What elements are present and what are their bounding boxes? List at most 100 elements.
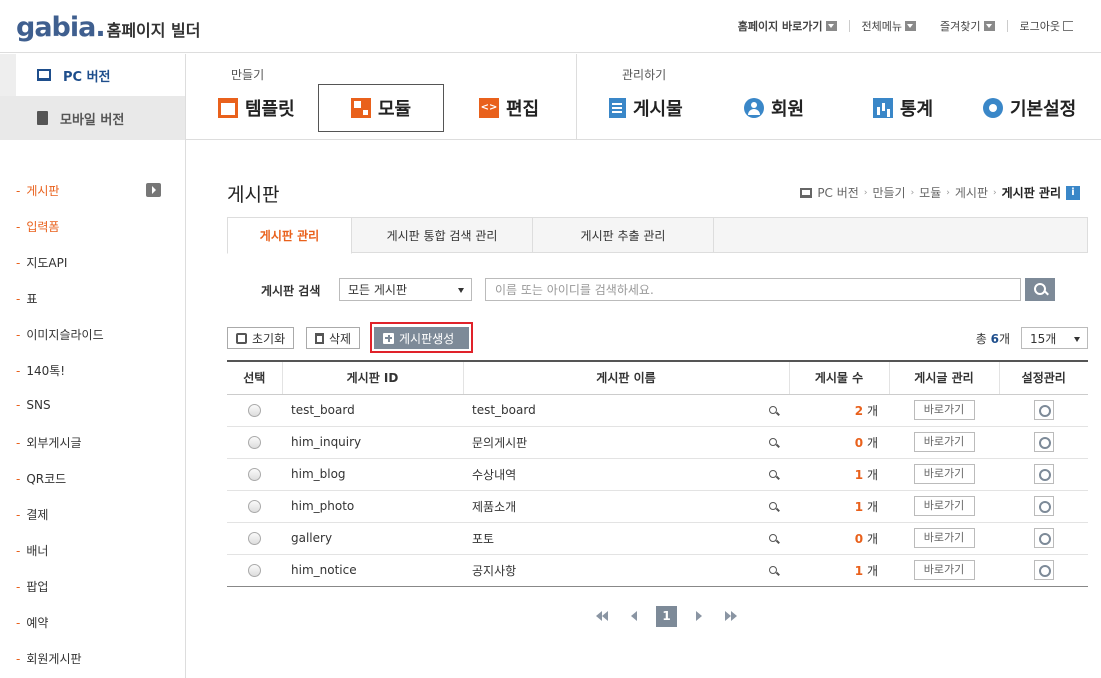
bullet-dash: - bbox=[16, 435, 21, 450]
sidebar-item-map-api[interactable]: - 지도API bbox=[16, 254, 67, 271]
sidebar-item-banner[interactable]: - 배너 bbox=[16, 542, 48, 559]
goto-button[interactable]: 바로가기 bbox=[913, 432, 975, 452]
gabia-logo[interactable]: gabia. 홈페이지 빌더 bbox=[16, 12, 201, 43]
row-select-radio[interactable] bbox=[248, 404, 261, 417]
tab-board-extract[interactable]: 게시판 추출 관리 bbox=[533, 218, 714, 253]
settings-gear-icon[interactable] bbox=[1033, 528, 1054, 548]
board-tabs: 게시판 관리 게시판 통합 검색 관리 게시판 추출 관리 bbox=[227, 217, 1088, 254]
settings-gear-icon[interactable] bbox=[1033, 400, 1054, 420]
user-icon bbox=[744, 98, 764, 118]
breadcrumb-item[interactable]: PC 버전 bbox=[817, 184, 859, 201]
row-select-radio[interactable] bbox=[248, 436, 261, 449]
menu-module[interactable]: 모듈 bbox=[318, 84, 444, 132]
goto-button[interactable]: 바로가기 bbox=[913, 400, 975, 420]
breadcrumb-item[interactable]: 만들기 bbox=[872, 184, 905, 201]
sidebar-item-label: 지도API bbox=[26, 256, 68, 270]
menu-posts[interactable]: 게시물 bbox=[609, 84, 699, 132]
search-icon[interactable] bbox=[769, 501, 777, 510]
search-icon[interactable] bbox=[769, 565, 777, 574]
row-select-radio[interactable] bbox=[248, 564, 261, 577]
search-input[interactable]: 이름 또는 아이디를 검색하세요. bbox=[485, 278, 1021, 301]
board-name: test_board bbox=[472, 403, 536, 417]
search-placeholder: 이름 또는 아이디를 검색하세요. bbox=[495, 283, 654, 297]
expand-arrow-icon[interactable] bbox=[146, 183, 161, 197]
bar-chart-icon bbox=[873, 98, 893, 118]
menu-stats[interactable]: 통계 bbox=[873, 84, 953, 132]
settings-gear-icon[interactable] bbox=[1033, 464, 1054, 484]
sidebar-item-table[interactable]: -표 bbox=[16, 290, 37, 307]
delete-button[interactable]: 삭제 bbox=[306, 327, 361, 349]
settings-gear-icon[interactable] bbox=[1033, 496, 1054, 516]
settings-gear-icon[interactable] bbox=[1033, 560, 1054, 580]
goto-button[interactable]: 바로가기 bbox=[913, 464, 975, 484]
sidebar-item-image-slide[interactable]: - 이미지슬라이드 bbox=[16, 326, 104, 343]
per-page-select[interactable]: 15개 bbox=[1021, 327, 1088, 349]
bullet-dash: - bbox=[16, 615, 21, 630]
settings-gear-icon[interactable] bbox=[1033, 432, 1054, 452]
menu-template[interactable]: 템플릿 bbox=[218, 84, 308, 132]
page-number-current[interactable]: 1 bbox=[656, 605, 677, 627]
menu-members[interactable]: 회원 bbox=[744, 84, 824, 132]
favorites-link[interactable]: 즐겨찾기 bbox=[928, 18, 1006, 34]
sidebar-item-popup[interactable]: - 팝업 bbox=[16, 578, 48, 595]
bullet-dash: - bbox=[16, 579, 21, 594]
breadcrumb-separator: › bbox=[910, 187, 915, 198]
breadcrumb-item[interactable]: 게시판 bbox=[955, 184, 988, 201]
search-button[interactable] bbox=[1025, 278, 1055, 301]
sidebar-item-payment[interactable]: - 결제 bbox=[16, 506, 48, 523]
page-title: 게시판 bbox=[227, 184, 280, 206]
search-icon[interactable] bbox=[769, 469, 777, 478]
search-icon[interactable] bbox=[769, 437, 777, 446]
bullet-dash: - bbox=[16, 183, 21, 198]
next-page-button[interactable] bbox=[683, 605, 715, 627]
search-icon[interactable] bbox=[769, 533, 777, 542]
sidebar-item-qrcode[interactable]: - QR코드 bbox=[16, 470, 66, 487]
goto-button[interactable]: 바로가기 bbox=[913, 528, 975, 548]
tab-integrated-search[interactable]: 게시판 통합 검색 관리 bbox=[352, 218, 533, 253]
search-icon[interactable] bbox=[769, 405, 777, 414]
row-select-radio[interactable] bbox=[248, 532, 261, 545]
post-count: 1 bbox=[854, 499, 864, 514]
reset-label: 초기화 bbox=[252, 331, 286, 346]
sidebar-item-member-board[interactable]: - 회원게시판 bbox=[16, 650, 82, 667]
breadcrumb-separator: › bbox=[946, 187, 950, 198]
mobile-version-tab[interactable]: 모바일 버전 bbox=[0, 96, 186, 140]
make-group-label: 만들기 bbox=[231, 68, 265, 82]
logout-link[interactable]: 로그아웃 bbox=[1008, 18, 1085, 34]
menu-settings[interactable]: 기본설정 bbox=[983, 84, 1083, 132]
bullet-dash: - bbox=[16, 219, 21, 234]
sidebar-item-reservation[interactable]: - 예약 bbox=[16, 614, 48, 631]
code-edit-icon: <> bbox=[479, 98, 499, 118]
all-menu-link[interactable]: 전체메뉴 bbox=[850, 18, 928, 34]
sidebar-item-external-posts[interactable]: - 외부게시글 bbox=[16, 434, 82, 451]
last-page-button[interactable] bbox=[715, 605, 747, 627]
total-count: 총 6개 bbox=[976, 330, 1010, 347]
sidebar-item-form[interactable]: - 입력폼 bbox=[16, 218, 59, 235]
sidebar-item-140talk[interactable]: -140톡! bbox=[16, 362, 65, 379]
menu-edit[interactable]: <> 편집 bbox=[479, 84, 559, 132]
post-count: 2 bbox=[854, 403, 864, 418]
double-left-icon-part bbox=[602, 611, 608, 621]
board-id: test_board bbox=[282, 394, 463, 427]
dropdown-icon bbox=[825, 21, 837, 31]
sidebar-item-board[interactable]: - 게시판 bbox=[16, 182, 59, 199]
prev-page-button[interactable] bbox=[618, 605, 650, 627]
homepage-shortcut-link[interactable]: 홈페이지 바로가기 bbox=[726, 18, 849, 34]
pc-version-tab[interactable]: PC 버전 bbox=[0, 54, 186, 96]
info-icon[interactable]: i bbox=[1066, 185, 1080, 200]
tab-board-management[interactable]: 게시판 관리 bbox=[227, 218, 352, 254]
goto-button[interactable]: 바로가기 bbox=[913, 560, 975, 580]
row-select-radio[interactable] bbox=[248, 468, 261, 481]
template-icon bbox=[218, 98, 238, 118]
row-select-radio[interactable] bbox=[248, 500, 261, 513]
reset-button[interactable]: 초기화 bbox=[227, 327, 295, 349]
sidebar-item-sns[interactable]: - SNS bbox=[16, 398, 51, 412]
breadcrumb-item[interactable]: 모듈 bbox=[919, 184, 941, 201]
goto-button[interactable]: 바로가기 bbox=[913, 496, 975, 516]
menu-template-label: 템플릿 bbox=[245, 99, 295, 120]
mobile-version-label: 모바일 버전 bbox=[60, 112, 125, 128]
board-filter-select[interactable]: 모든 게시판 bbox=[339, 278, 472, 301]
first-page-button[interactable] bbox=[586, 605, 618, 627]
board-filter-value: 모든 게시판 bbox=[348, 283, 408, 297]
sidebar-item-label: 이미지슬라이드 bbox=[26, 328, 104, 342]
